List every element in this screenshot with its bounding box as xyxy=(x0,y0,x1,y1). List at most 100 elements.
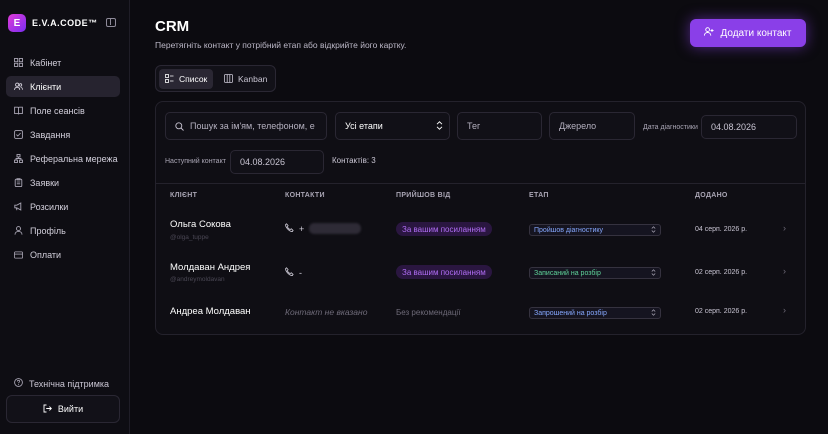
page-title: CRM xyxy=(155,18,190,35)
sidebar-item-label: Поле сеансів xyxy=(30,105,85,116)
logout-icon xyxy=(43,404,52,415)
sidebar-item-tasks[interactable]: Завдання xyxy=(6,124,120,145)
sidebar-item-label: Оплати xyxy=(30,249,62,260)
stage-select[interactable]: Усі етапи xyxy=(335,112,450,140)
sidebar-item-sessions[interactable]: Поле сеансів xyxy=(6,100,120,121)
sidebar-item-cabinet[interactable]: Кабінет xyxy=(6,52,120,73)
source-badge: За вашим посиланням xyxy=(396,265,492,279)
stage-select[interactable]: Пройшов діагностику xyxy=(529,224,661,236)
sidebar-item-payments[interactable]: Оплати xyxy=(6,244,120,265)
search-input[interactable] xyxy=(165,112,327,140)
contacts-count: Контактів: 3 xyxy=(332,156,376,165)
client-name: Ольга Сокова xyxy=(170,219,231,230)
chevron-right-icon[interactable]: › xyxy=(783,266,786,276)
sidebar-item-mailings[interactable]: Розсилки xyxy=(6,196,120,217)
dashboard-icon xyxy=(14,58,23,67)
redacted-phone xyxy=(309,223,362,234)
card-icon xyxy=(14,250,23,259)
tab-kanban[interactable]: Kanban xyxy=(218,69,273,89)
stage-label: Пройшов діагностику xyxy=(534,226,604,234)
client-handle: @andreymoldavan xyxy=(170,276,225,283)
list-icon xyxy=(165,73,174,85)
column-header-contacts: КОНТАКТИ xyxy=(285,192,325,199)
source-label: Без рекомендації xyxy=(396,308,461,317)
brand-name: E.V.A.CODE™ xyxy=(32,18,98,28)
next-contact-label: Наступний контакт xyxy=(165,158,226,165)
search-field[interactable] xyxy=(190,121,326,131)
table-row[interactable]: Ольга Сокова @olga_tuppe + За вашим поси… xyxy=(156,210,805,252)
updown-chevron-icon xyxy=(651,225,656,235)
sidebar-item-label: Розсилки xyxy=(30,201,69,212)
tag-input[interactable] xyxy=(457,112,542,140)
logout-label: Вийти xyxy=(57,404,84,414)
client-name: Молдаван Андрея xyxy=(170,262,251,273)
add-contact-label: Додати контакт xyxy=(720,27,792,39)
sidebar-item-label: Профіль xyxy=(30,225,66,236)
diag-date-label: Дата діагностики xyxy=(643,124,698,131)
stage-select[interactable]: Записаний на розбір xyxy=(529,267,661,279)
tab-kanban-label: Kanban xyxy=(238,74,268,84)
sidebar-item-clients[interactable]: Клієнти xyxy=(6,76,120,97)
contact-value: - xyxy=(299,267,302,278)
logo: E xyxy=(8,14,26,32)
added-date: 02 серп. 2026 р. xyxy=(695,308,748,315)
sidebar-nav: Кабінет Клієнти Поле сеансів Завдання Ре… xyxy=(6,52,120,268)
next-contact-input[interactable]: 04.08.2026 xyxy=(230,150,324,174)
contact-cell[interactable]: - xyxy=(285,267,302,278)
next-contact-value: 04.08.2026 xyxy=(240,157,286,167)
chevron-right-icon[interactable]: › xyxy=(783,223,786,233)
contact-value: + xyxy=(299,223,305,234)
collapse-sidebar-icon[interactable] xyxy=(106,18,116,27)
sidebar-item-profile[interactable]: Профіль xyxy=(6,220,120,241)
view-toggle: Список Kanban xyxy=(155,65,276,92)
app: E E.V.A.CODE™ Кабінет Клієнти Поле сеанс… xyxy=(0,0,828,434)
megaphone-icon xyxy=(14,202,23,211)
contact-value: Контакт не вказано xyxy=(285,307,368,317)
source-label: За вашим посиланням xyxy=(402,267,486,277)
client-name: Андреа Молдаван xyxy=(170,306,251,317)
search-icon xyxy=(175,121,184,131)
tab-list[interactable]: Список xyxy=(159,69,214,89)
stage-label: Запрошений на розбір xyxy=(534,309,607,317)
sidebar-item-requests[interactable]: Заявки xyxy=(6,172,120,193)
add-user-icon xyxy=(704,27,714,39)
support-link[interactable]: Технічна підтримка xyxy=(14,378,109,389)
column-header-added: ДОДАНО xyxy=(695,192,728,199)
stage-select-value: Усі етапи xyxy=(345,121,383,131)
logout-button[interactable]: Вийти xyxy=(6,395,120,423)
sidebar: E E.V.A.CODE™ Кабінет Клієнти Поле сеанс… xyxy=(0,0,130,434)
client-handle: @olga_tuppe xyxy=(170,234,209,241)
sidebar-item-label: Кабінет xyxy=(30,57,62,68)
updown-chevron-icon xyxy=(651,308,656,318)
chevron-right-icon[interactable]: › xyxy=(783,305,786,315)
sidebar-item-referral[interactable]: Реферальна мережа xyxy=(6,148,120,169)
contact-cell[interactable]: + xyxy=(285,223,362,234)
table-row[interactable]: Молдаван Андрея @andreymoldavan - За ваш… xyxy=(156,254,805,296)
kanban-icon xyxy=(224,73,233,85)
user-icon xyxy=(14,226,23,235)
source-label: За вашим посиланням xyxy=(402,224,486,234)
support-label: Технічна підтримка xyxy=(29,378,110,389)
source-input[interactable] xyxy=(549,112,635,140)
check-icon xyxy=(14,130,23,139)
stage-label: Записаний на розбір xyxy=(534,269,601,277)
contacts-panel: Усі етапи Дата діагностики 04.08.2026 На… xyxy=(155,101,806,335)
source-badge: За вашим посиланням xyxy=(396,222,492,236)
stage-select[interactable]: Запрошений на розбір xyxy=(529,307,661,319)
diag-date-input[interactable]: 04.08.2026 xyxy=(701,115,797,139)
sidebar-item-label: Завдання xyxy=(30,129,71,140)
help-icon xyxy=(14,378,23,389)
source-field[interactable] xyxy=(559,121,634,131)
tag-field[interactable] xyxy=(467,121,541,131)
updown-chevron-icon xyxy=(651,268,656,278)
add-contact-button[interactable]: Додати контакт xyxy=(690,19,806,47)
network-icon xyxy=(14,154,23,163)
sidebar-item-label: Клієнти xyxy=(30,81,62,92)
phone-icon xyxy=(285,267,294,278)
column-header-source: ПРИЙШОВ ВІД xyxy=(396,192,451,199)
book-icon xyxy=(14,106,23,115)
table-row[interactable]: Андреа Молдаван Контакт не вказано Без р… xyxy=(156,296,805,338)
brand[interactable]: E E.V.A.CODE™ xyxy=(8,14,98,32)
updown-chevron-icon xyxy=(436,120,443,132)
sidebar-item-label: Реферальна мережа xyxy=(30,153,118,164)
